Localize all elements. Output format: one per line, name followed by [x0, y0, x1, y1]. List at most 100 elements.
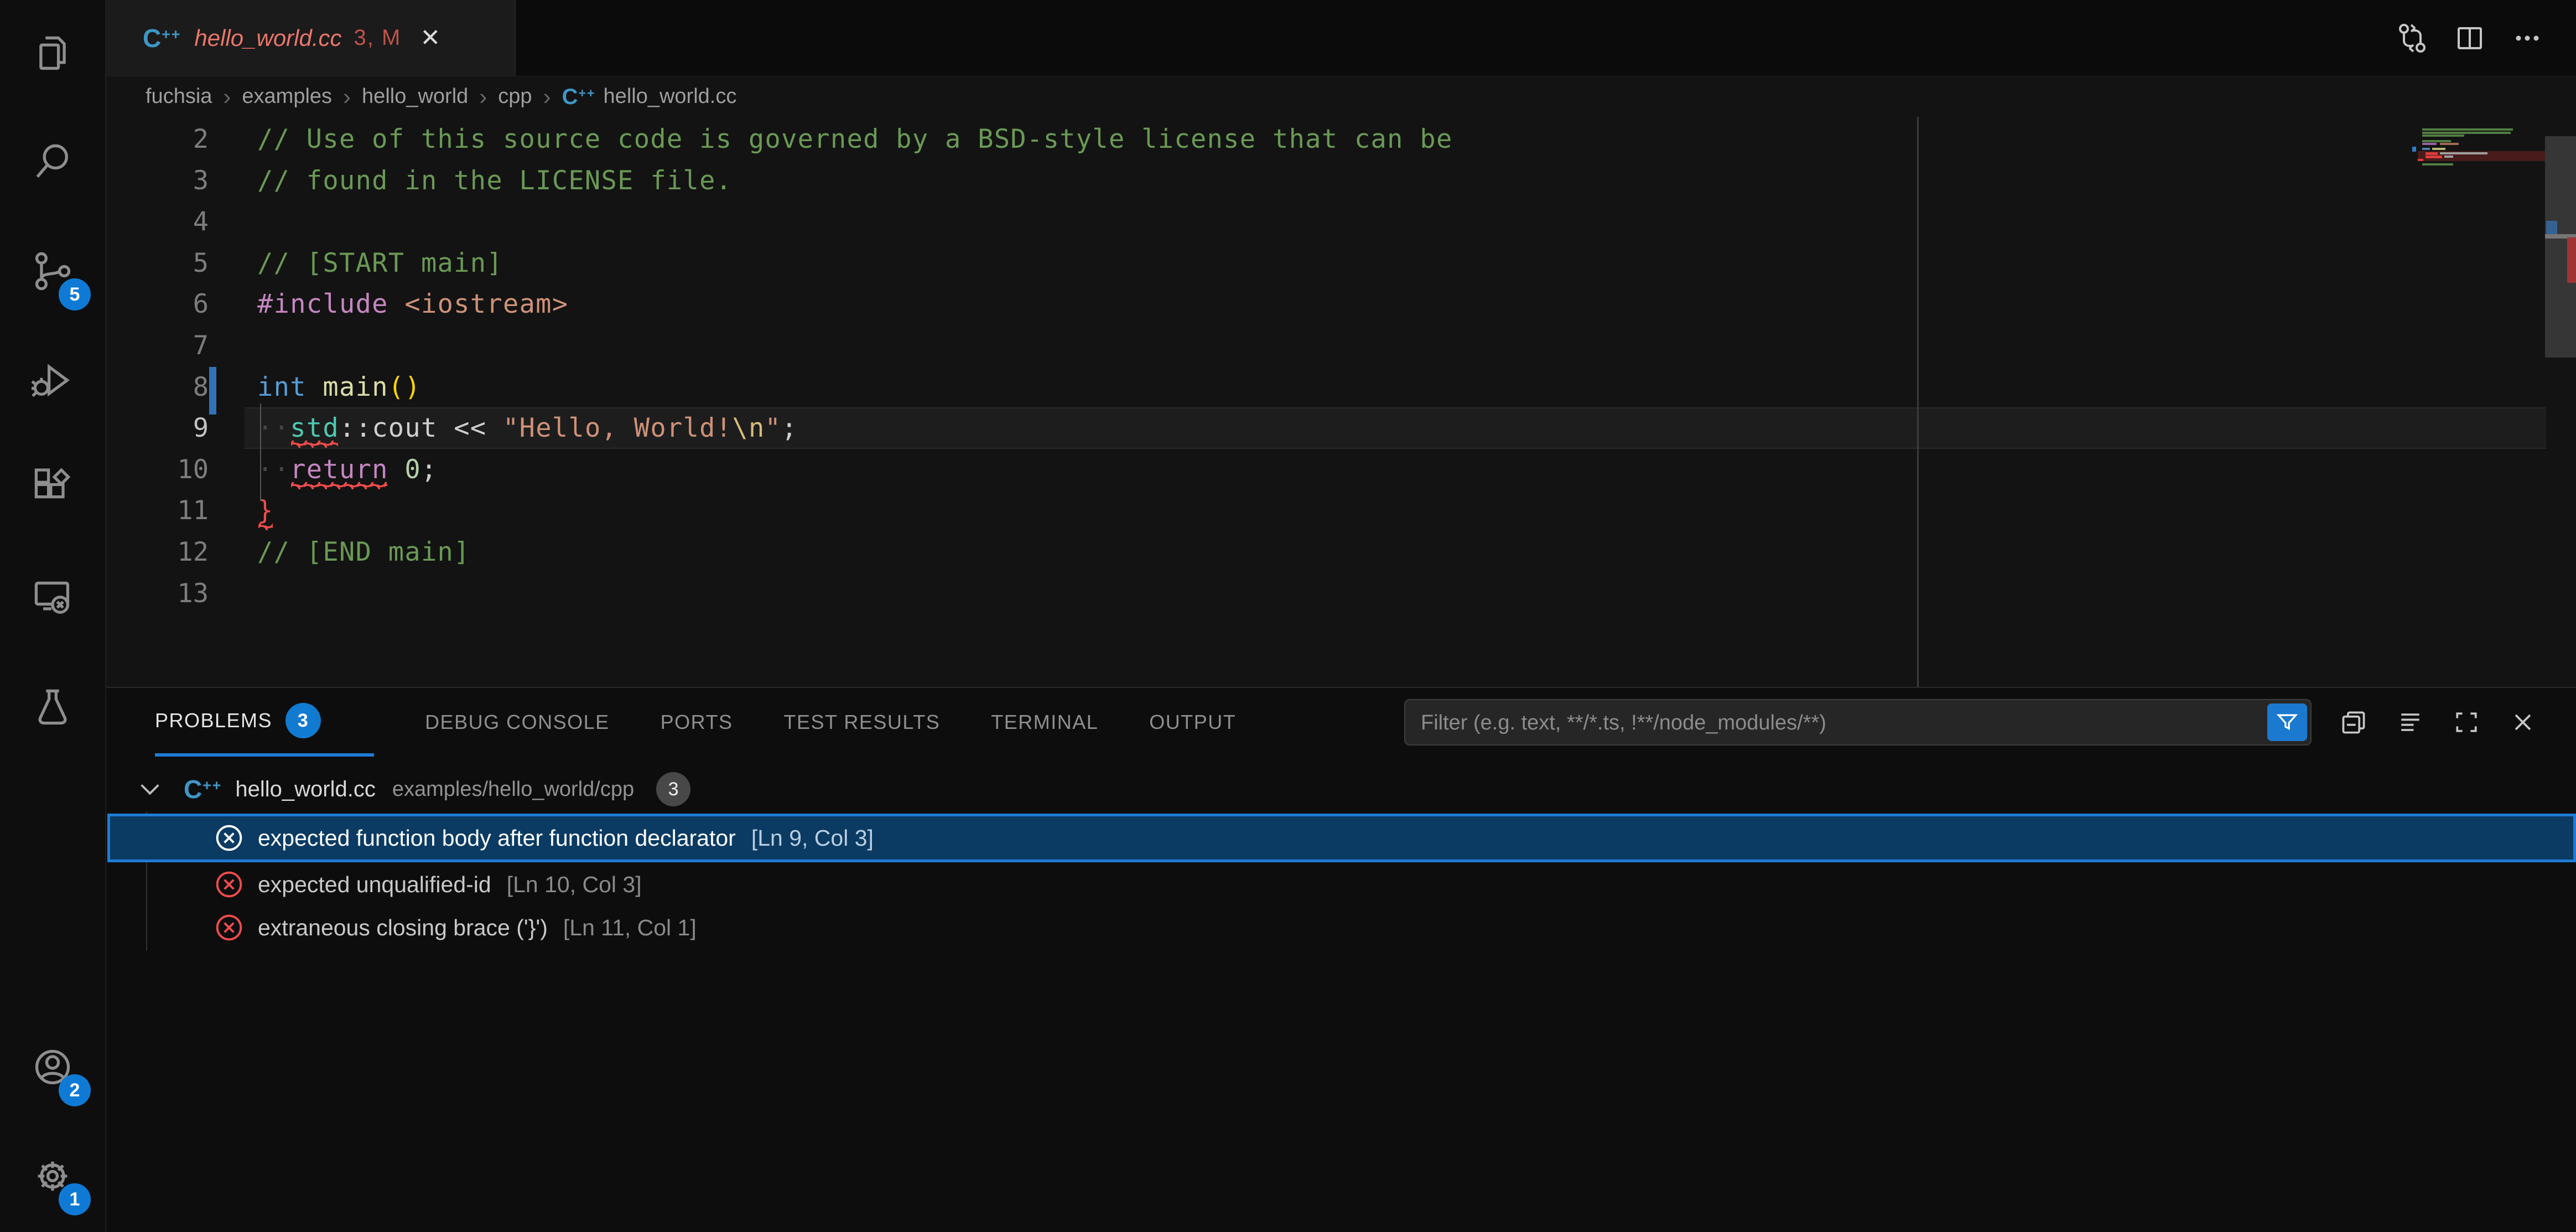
code-token	[486, 413, 503, 443]
panel-tab-label: PORTS	[661, 711, 733, 734]
gutter-line-number: 9	[106, 407, 209, 449]
gutter-line-number: 7	[106, 325, 209, 366]
problem-location: [Ln 9, Col 3]	[751, 825, 874, 851]
breadcrumb-item-cpp[interactable]: cpp	[498, 85, 532, 108]
code-line[interactable]: 13	[106, 573, 2440, 614]
git-modified-gutter-marker	[209, 367, 216, 415]
code-line[interactable]: 10··return 0;	[106, 449, 2440, 490]
minimap-line	[2432, 148, 2445, 150]
gutter-line-number: 6	[106, 283, 209, 325]
chevron-down-icon[interactable]	[137, 777, 163, 802]
panel-tab-problems[interactable]: PROBLEMS3	[155, 688, 374, 757]
code-line[interactable]: 4	[106, 201, 2440, 242]
code-token: \n	[732, 413, 765, 443]
breadcrumb-separator: ›	[223, 84, 231, 110]
gutter-line-number: 8	[106, 366, 209, 408]
close-tab-icon[interactable]: ✕	[420, 24, 440, 52]
code-token: ··	[257, 454, 290, 485]
problem-row[interactable]: expected function body after function de…	[107, 814, 2576, 862]
activity-item-source-control[interactable]: 5	[0, 218, 105, 327]
code-line-content: // [START main]	[257, 242, 503, 284]
code-token: ;	[421, 454, 438, 485]
code-token	[388, 454, 405, 485]
problem-location: [Ln 11, Col 1]	[563, 915, 697, 941]
files-icon	[32, 32, 74, 77]
panel-tabs: PROBLEMS3 DEBUG CONSOLE PORTS TEST RESULTS T…	[155, 688, 1236, 757]
code-line[interactable]: 11}	[106, 490, 2440, 531]
activity-item-testing[interactable]	[0, 654, 105, 763]
code-token: <iostream>	[404, 289, 568, 319]
activity-item-extensions[interactable]	[0, 436, 105, 545]
code-token	[438, 413, 454, 443]
minimap-line	[2422, 128, 2513, 131]
code-line[interactable]: 7	[106, 325, 2440, 366]
code-line[interactable]: 8int main()	[106, 366, 2440, 408]
breadcrumb-item-hello-world-cc[interactable]: hello_world.cc	[604, 85, 737, 108]
breadcrumb-separator: ›	[479, 84, 487, 110]
indent-guide	[260, 403, 261, 501]
minimap[interactable]	[2418, 117, 2545, 687]
code-line[interactable]: 3// found in the LICENSE file.	[106, 160, 2440, 201]
activity-item-accounts[interactable]: 2	[0, 1014, 105, 1123]
panel-header: PROBLEMS3 DEBUG CONSOLE PORTS TEST RESULTS T…	[106, 688, 2576, 757]
breadcrumb-item-fuchsia[interactable]: fuchsia	[146, 85, 212, 108]
breadcrumb-item-examples[interactable]: examples	[242, 85, 332, 108]
breadcrumb-item-hello-world[interactable]: hello_world	[362, 85, 468, 108]
activity-item-search[interactable]	[0, 109, 105, 218]
filter-input[interactable]	[1420, 700, 2196, 746]
minimap-line	[2422, 134, 2464, 137]
tab-bar: C++ hello_world.cc 3, M ✕	[106, 0, 2576, 76]
problem-message: expected unqualified-id	[258, 872, 491, 898]
open-changes-icon[interactable]	[2397, 23, 2428, 54]
more-actions-icon[interactable]	[2512, 23, 2543, 54]
code-line-content: ··std::cout << "Hello, World!\n";	[257, 407, 798, 449]
problem-row[interactable]: extraneous closing brace ('}')[Ln 11, Co…	[107, 907, 2576, 949]
error-squiggle-token: return	[290, 449, 388, 490]
code-line[interactable]: 5// [START main]	[106, 242, 2440, 284]
code-line[interactable]: 12// [END main]	[106, 531, 2440, 573]
panel-tab-debug-console[interactable]: DEBUG CONSOLE	[425, 688, 610, 757]
panel-tab-test-results[interactable]: TEST RESULTS	[784, 688, 941, 757]
code-line-content: ··return 0;	[257, 449, 438, 490]
breadcrumb-separator: ›	[343, 84, 351, 110]
panel-tab-label: DEBUG CONSOLE	[425, 711, 610, 734]
activity-item-explorer[interactable]	[0, 0, 105, 109]
editor-scrollbar[interactable]	[2545, 117, 2576, 687]
activity-badge: 5	[59, 278, 91, 310]
close-panel-icon[interactable]	[2509, 708, 2537, 737]
cpp-file-icon: C++	[562, 86, 596, 108]
tab-label: hello_world.cc	[194, 25, 341, 51]
activity-item-settings[interactable]: 1	[0, 1123, 105, 1232]
code-line-content: // [END main]	[257, 531, 470, 573]
filter-icon[interactable]	[2267, 703, 2307, 741]
code-line[interactable]: 2// Use of this source code is governed …	[106, 118, 2440, 160]
editor-actions	[2397, 0, 2543, 76]
minimap-line	[2440, 152, 2487, 154]
code-line-content: #include <iostream>	[257, 283, 568, 325]
panel-tab-terminal[interactable]: TERMINAL	[991, 688, 1098, 757]
problems-file-group[interactable]: C++hello_world.ccexamples/hello_world/cp…	[106, 767, 2576, 811]
view-as-list-icon[interactable]	[2396, 708, 2424, 737]
activity-item-remote-explorer[interactable]	[0, 545, 105, 654]
code-token: "	[765, 413, 782, 443]
problem-row[interactable]: expected unqualified-id[Ln 10, Col 3]	[107, 863, 2576, 905]
minimap-line	[2412, 147, 2416, 152]
breadcrumb-separator: ›	[543, 84, 551, 110]
panel-tab-ports[interactable]: PORTS	[661, 688, 733, 757]
collapse-all-icon[interactable]	[2339, 708, 2368, 737]
panel-tab-badge: 3	[285, 703, 321, 738]
activity-bar: 5 21	[0, 0, 106, 1232]
minimap-line	[2422, 148, 2430, 150]
code-line[interactable]: 6 #include <iostream>	[106, 283, 2440, 325]
code-editor[interactable]: 2// Use of this source code is governed …	[106, 117, 2576, 687]
tab-hello-world-cc[interactable]: C++ hello_world.cc 3, M ✕	[106, 0, 516, 76]
activity-item-run-and-debug[interactable]	[0, 327, 105, 436]
overview-error-marker	[2567, 237, 2576, 283]
problem-message: expected function body after function de…	[258, 825, 736, 851]
maximize-panel-icon[interactable]	[2452, 708, 2481, 737]
split-editor-icon[interactable]	[2454, 23, 2485, 54]
code-line[interactable]: 9 ··std::cout << "Hello, World!\n";	[106, 407, 2440, 449]
minimap-line	[2444, 156, 2453, 158]
minimap-line	[2422, 143, 2437, 145]
panel-tab-output[interactable]: OUTPUT	[1149, 688, 1236, 757]
